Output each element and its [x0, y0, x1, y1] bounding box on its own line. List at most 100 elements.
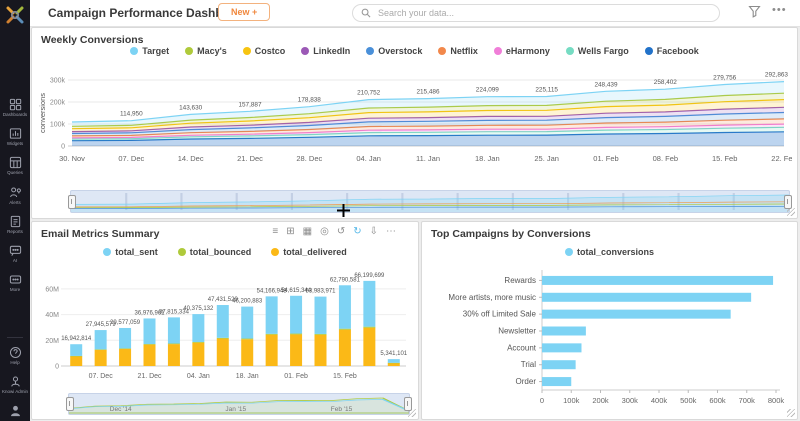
legend-swatch — [271, 248, 279, 256]
search-bar — [352, 4, 720, 22]
sidebar-item-more[interactable]: More — [0, 273, 30, 292]
svg-text:More artists, more music: More artists, more music — [448, 293, 536, 302]
header-more-icon[interactable]: ••• — [772, 4, 787, 16]
sidebar-item-ai[interactable]: AI — [0, 244, 30, 263]
weekly-area-chart[interactable]: 0100k200k300kconversions114,950143,63015… — [36, 60, 792, 180]
more-options-icon[interactable]: ⋯ — [386, 227, 396, 237]
legend-item-costco[interactable]: Costco — [243, 46, 286, 56]
legend-label: Wells Fargo — [578, 46, 629, 56]
sidebar-item-admin[interactable]: Knowi Admin — [0, 375, 30, 394]
legend-item-total-delivered[interactable]: total_delivered — [271, 247, 347, 257]
legend-swatch — [494, 47, 502, 55]
svg-text:210,752: 210,752 — [357, 90, 381, 97]
email-range-navigator[interactable]: Dec '14 Jan '15 Feb '15 — [68, 393, 410, 415]
navigator-handle-left[interactable] — [66, 397, 74, 411]
user-avatar[interactable] — [0, 404, 30, 417]
svg-text:Newsletter: Newsletter — [498, 327, 536, 336]
widget-toolbar: ≡ ⊞ ▦ ◎ ↺ ↻ ⇩ ⋯ — [272, 227, 396, 237]
top-campaigns-bar-chart[interactable]: RewardsMore artists, more music30% off L… — [424, 264, 794, 414]
legend-item-total-conversions[interactable]: total_conversions — [565, 247, 654, 257]
filter-funnel-icon[interactable] — [748, 5, 761, 18]
search-icon — [361, 8, 371, 18]
svg-text:Account: Account — [507, 343, 537, 352]
legend-item-facebook[interactable]: Facebook — [645, 46, 699, 56]
legend-label: Netflix — [450, 46, 478, 56]
email-legend: total_sent total_bounced total_delivered — [32, 247, 418, 257]
download-icon[interactable]: ⇩ — [370, 227, 378, 237]
svg-text:08. Feb: 08. Feb — [653, 154, 678, 163]
legend-label: Target — [142, 46, 169, 56]
admin-icon — [9, 375, 22, 388]
sidebar-item-alerts[interactable]: Alerts — [0, 186, 30, 205]
top-campaigns-legend: total_conversions — [422, 247, 797, 257]
weekly-range-navigator[interactable] — [70, 190, 790, 213]
sidebar-item-label: AI — [13, 258, 17, 263]
email-bar-chart[interactable]: 020M40M60M16,942,81427,945,57929,577,059… — [34, 262, 414, 396]
svg-text:700k: 700k — [739, 396, 756, 405]
legend-swatch — [243, 47, 251, 55]
history-icon[interactable]: ↺ — [337, 227, 345, 237]
legend-item-target[interactable]: Target — [130, 46, 169, 56]
svg-text:224,099: 224,099 — [476, 87, 500, 94]
navigator-handle-right[interactable] — [404, 397, 412, 411]
navigator-handle-right[interactable] — [784, 195, 792, 209]
svg-text:46,200,883: 46,200,883 — [232, 299, 263, 305]
svg-text:292,863: 292,863 — [765, 72, 789, 79]
refresh-icon[interactable]: ↻ — [353, 227, 361, 237]
new-button[interactable]: New + — [218, 3, 270, 21]
resize-handle[interactable] — [787, 409, 795, 417]
sidebar-item-dashboards[interactable]: Dashboards — [0, 98, 30, 117]
ai-icon — [9, 244, 22, 257]
app-root: Dashboards Widgets Queries Alerts Reports AI M… — [0, 0, 800, 421]
sidebar: Dashboards Widgets Queries Alerts Reports AI M… — [0, 0, 30, 421]
legend-item-netflix[interactable]: Netflix — [438, 46, 478, 56]
svg-text:0: 0 — [55, 364, 59, 371]
search-input[interactable] — [376, 7, 711, 19]
legend-swatch — [103, 248, 111, 256]
legend-item-overstock[interactable]: Overstock — [366, 46, 422, 56]
legend-item-macy-s[interactable]: Macy's — [185, 46, 227, 56]
widget-title: Email Metrics Summary — [41, 228, 159, 240]
knowi-logo-icon[interactable] — [4, 4, 26, 26]
svg-text:157,887: 157,887 — [238, 101, 262, 108]
svg-text:04. Jan: 04. Jan — [187, 373, 210, 380]
legend-item-total-bounced[interactable]: total_bounced — [178, 247, 252, 257]
svg-text:11. Jan: 11. Jan — [416, 154, 440, 163]
resize-handle[interactable] — [787, 208, 795, 216]
legend-item-wells-fargo[interactable]: Wells Fargo — [566, 46, 629, 56]
sidebar-item-label: Widgets — [7, 141, 23, 146]
svg-text:40M: 40M — [45, 312, 59, 319]
widget-title: Top Campaigns by Conversions — [431, 228, 591, 240]
insights-icon[interactable]: ◎ — [320, 227, 329, 237]
export-grid-icon[interactable]: ⊞ — [286, 227, 294, 237]
legend-label: Facebook — [657, 46, 699, 56]
legend-label: total_sent — [115, 247, 158, 257]
svg-text:215,486: 215,486 — [416, 89, 440, 96]
navigator-handle-left[interactable] — [68, 195, 76, 209]
svg-text:14. Dec: 14. Dec — [178, 154, 204, 163]
svg-text:279,756: 279,756 — [713, 74, 737, 81]
legend-item-total-sent[interactable]: total_sent — [103, 247, 158, 257]
sidebar-item-reports[interactable]: Reports — [0, 215, 30, 234]
hamburger-menu-icon[interactable]: ≡ — [272, 227, 278, 237]
widget-title: Weekly Conversions — [41, 34, 144, 46]
svg-text:21. Dec: 21. Dec — [237, 154, 263, 163]
legend-label: Macy's — [197, 46, 227, 56]
svg-text:53,983,971: 53,983,971 — [305, 289, 336, 295]
svg-text:400k: 400k — [651, 396, 668, 405]
sidebar-item-queries[interactable]: Queries — [0, 156, 30, 175]
chart-settings-icon[interactable]: ▦ — [303, 227, 312, 237]
svg-text:300k: 300k — [50, 78, 66, 85]
sidebar-item-widgets[interactable]: Widgets — [0, 127, 30, 146]
navigator-label: Jan '15 — [225, 406, 246, 413]
svg-text:07. Dec: 07. Dec — [118, 154, 144, 163]
sidebar-item-help[interactable]: Help — [0, 346, 30, 365]
dashboards-icon — [9, 98, 22, 111]
legend-item-linkedin[interactable]: LinkedIn — [301, 46, 350, 56]
legend-item-eharmony[interactable]: eHarmony — [494, 46, 550, 56]
sidebar-item-label: Help — [10, 360, 19, 365]
legend-swatch — [645, 47, 653, 55]
legend-swatch — [438, 47, 446, 55]
sidebar-item-label: More — [10, 287, 20, 292]
svg-text:5,341,101: 5,341,101 — [380, 351, 407, 357]
